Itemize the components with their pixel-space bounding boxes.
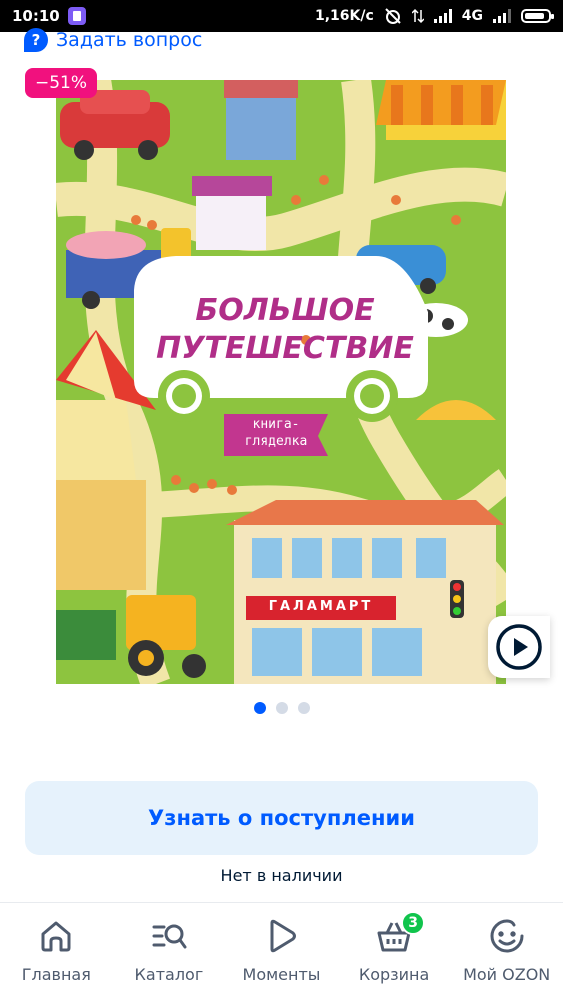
battery-icon — [521, 9, 554, 23]
cover-subtitle-line1: книга- — [252, 417, 300, 432]
stock-status: Нет в наличии — [220, 866, 343, 885]
nav-label-home: Главная — [21, 965, 91, 984]
cover-title-line1: БОЛЬШОЕ — [195, 293, 375, 328]
notify-availability-button[interactable]: Узнать о поступлении — [25, 781, 538, 855]
data-arrows-icon — [411, 8, 424, 24]
signal-icon-2 — [493, 9, 511, 23]
carousel-dot[interactable] — [253, 702, 266, 714]
question-bubble-icon: ? — [24, 28, 48, 52]
nav-item-my-ozon[interactable]: Мой OZON — [452, 917, 562, 984]
nav-item-catalog[interactable]: Каталог — [114, 917, 224, 984]
play-circle-icon — [496, 624, 542, 670]
cart-count-badge: 3 — [401, 911, 426, 935]
network-type: 4G — [461, 8, 483, 24]
notification-app-icon — [67, 7, 86, 25]
image-carousel-dots — [0, 702, 563, 714]
nav-label-moments: Моменты — [242, 965, 321, 984]
nav-label-catalog: Каталог — [134, 965, 204, 984]
nav-item-moments[interactable]: Моменты — [226, 917, 336, 984]
shop-sign: ГАЛАМАРТ — [268, 599, 374, 614]
bottom-nav: Главная Каталог Моменты 3 Корзина Мой OZ… — [0, 902, 563, 1000]
cover-title: БОЛЬШОЕ ПУТЕШЕСТВИЕ — [140, 292, 430, 368]
ask-question-label: Задать вопрос — [56, 29, 203, 51]
play-icon — [270, 919, 297, 953]
video-play-button[interactable] — [488, 616, 550, 678]
cover-subtitle: книга- гляделка — [228, 416, 324, 450]
ask-question-link[interactable]: ? Задать вопрос — [24, 28, 202, 52]
signal-icon — [433, 9, 452, 23]
discount-badge: −51% — [25, 68, 98, 98]
alarm-off-icon — [385, 8, 401, 24]
status-time: 10:10 — [12, 7, 60, 25]
catalog-search-icon — [152, 924, 187, 949]
carousel-dot[interactable] — [275, 702, 288, 714]
nav-item-cart[interactable]: 3 Корзина — [339, 911, 449, 984]
product-image[interactable]: БОЛЬШОЕ ПУТЕШЕСТВИЕ книга- гляделка ГАЛА… — [56, 80, 506, 684]
nav-label-cart: Корзина — [358, 965, 430, 984]
nav-label-my-ozon: Мой OZON — [463, 965, 551, 984]
network-speed: 1,16K/c — [314, 8, 374, 24]
cover-title-line2: ПУТЕШЕСТВИЕ — [156, 331, 414, 366]
carousel-dot[interactable] — [297, 702, 310, 714]
smiley-icon — [490, 919, 524, 953]
nav-item-home[interactable]: Главная — [1, 917, 111, 984]
home-icon — [41, 921, 71, 952]
cover-subtitle-line2: гляделка — [244, 434, 308, 449]
